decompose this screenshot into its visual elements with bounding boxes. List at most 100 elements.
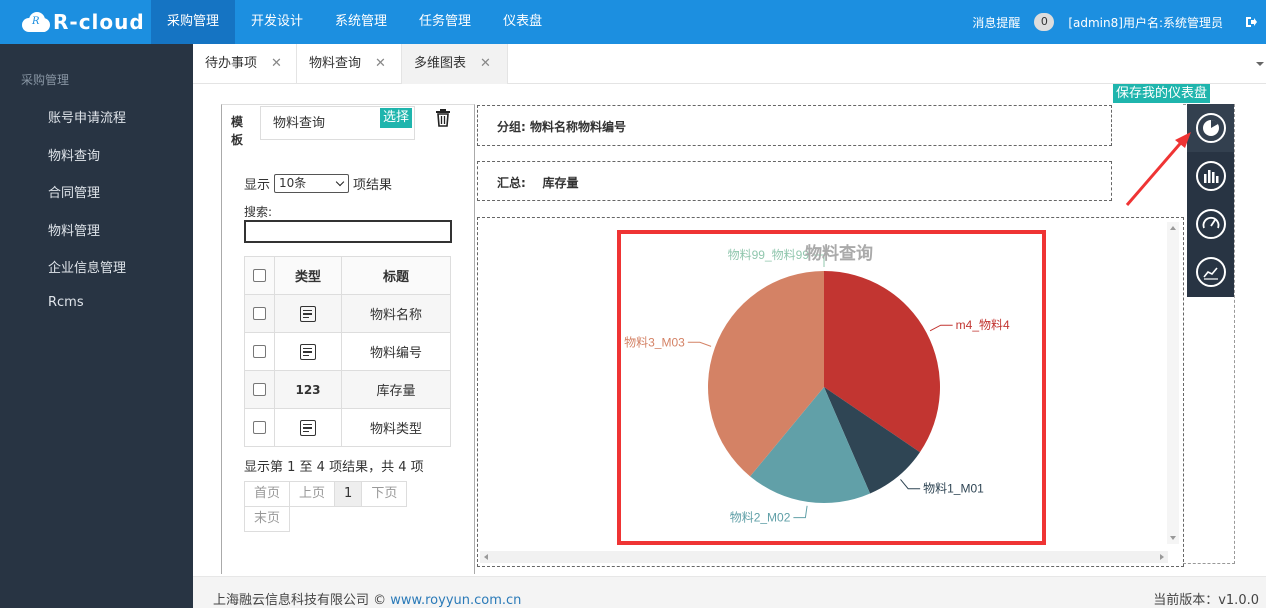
version-info: 当前版本：v1.0.0 [1153,589,1259,608]
table-row[interactable]: 物料类型 [244,408,451,447]
line-chart-icon[interactable] [1187,248,1234,296]
company-website-link[interactable]: www.royyun.com.cn [390,593,521,608]
version-label: 当前版本： [1153,593,1219,608]
slice-label: 物料3_M03 [624,335,685,349]
version-number: v1.0.0 [1218,593,1259,608]
group-by-label: 分组: 物料名称物料编号 [497,120,627,134]
tab-label: 多维图表 [414,56,467,71]
pagination-info: 显示第 1 至 4 项结果，共 4 项 [244,460,424,475]
topnav-purchasing[interactable]: 采购管理 [151,0,236,44]
notification-label[interactable]: 消息提醒 [972,14,1020,31]
summary-value: 库存量 [542,176,579,190]
topnav-tasks[interactable]: 任务管理 [403,0,487,44]
top-navbar: R R-cloud 采购管理 开发设计 系统管理 任务管理 仪表盘 消息提醒 0… [0,0,1266,44]
sidebar-title: 采购管理 [21,73,70,87]
slice-label: 物料1_M01 [923,482,984,496]
close-icon[interactable]: ✕ [271,56,282,71]
select-all-checkbox[interactable] [253,269,266,282]
row-title: 物料类型 [341,408,451,447]
table-row[interactable]: 123 库存量 [244,370,451,409]
pie-chart: m4_物料4 物料1_M01 物料2_M02 物料3_M03 物料99_物料99物料查询 [624,243,1010,525]
prev-page-button[interactable]: 上页 [289,481,336,507]
horizontal-scrollbar[interactable] [480,551,1168,563]
pagination: 首页 上页 1 下页 末页 [244,481,444,532]
sidebar: 采购管理 账号申请流程 物料查询 合同管理 物料管理 企业信息管理 Rcms [0,44,193,608]
row-checkbox[interactable] [253,307,266,320]
search-label: 搜索: [244,205,273,219]
field-table: 类型 标题 物料名称 物料编号 123 库存量 物料类型 [244,256,451,447]
save-dashboard-button[interactable]: 保存我的仪表盘 [1113,84,1211,103]
slice-label: m4_物料4 [956,318,1010,332]
tab-multi-chart[interactable]: 多维图表 ✕ [402,44,508,84]
close-icon[interactable]: ✕ [480,56,491,71]
page-size-row: 显示 10条 项结果 [244,174,392,193]
row-title: 物料编号 [341,332,451,371]
tab-todo[interactable]: 待办事项 ✕ [193,44,297,84]
label-leader-line [900,479,921,490]
page-size-select[interactable]: 10条 [274,174,350,193]
label-leader-line [793,505,808,519]
tab-bar: 待办事项 ✕ 物料查询 ✕ 多维图表 ✕ [193,44,1266,84]
notification-badge[interactable]: 0 [1034,13,1055,31]
tab-material-query[interactable]: 物料查询 ✕ [297,44,402,84]
topnav-system[interactable]: 系统管理 [319,0,403,44]
annotation-arrow [1125,132,1191,206]
slice-label: 物料99_物料99 [728,248,810,262]
row-checkbox[interactable] [253,383,266,396]
sidebar-item-rcms[interactable]: Rcms [48,295,126,333]
copyright: 上海融云信息科技有限公司 © www.royyun.com.cn [213,589,521,608]
sidebar-item-material-management[interactable]: 物料管理 [48,220,126,258]
summary-label: 汇总: 库存量 [497,176,579,190]
company-name: 上海融云信息科技有限公司 © [213,593,387,608]
close-icon[interactable]: ✕ [375,56,386,71]
next-page-button[interactable]: 下页 [361,481,408,507]
number-type-label: 123 [274,370,342,409]
trash-icon[interactable] [435,109,451,127]
text-field-icon [300,419,316,436]
topnav-dev-design[interactable]: 开发设计 [235,0,319,44]
logout-icon[interactable] [1245,16,1257,28]
row-checkbox[interactable] [253,421,266,434]
workspace: 模板 物料查询 选择 显示 10条 项结果 搜索: 类型 标题 物料名称 物料编… [193,84,1266,575]
column-header-title: 标题 [341,256,451,295]
sidebar-item-contract-management[interactable]: 合同管理 [48,182,126,220]
app-logo[interactable]: R R-cloud [22,8,145,36]
label-leader-line [929,324,953,332]
summary-dropzone[interactable]: 汇总: 库存量 [477,161,1112,201]
cloud-logo-icon: R [22,12,50,32]
slice-label: 物料2_M02 [730,511,791,525]
app-name: R-cloud [53,10,145,34]
last-page-button[interactable]: 末页 [244,506,291,532]
search-input[interactable] [244,220,452,243]
template-label: 模板 [231,115,244,147]
show-suffix: 项结果 [353,178,393,193]
row-checkbox[interactable] [253,345,266,358]
user-info[interactable]: [admin8]用户名:系统管理员 [1068,14,1223,31]
select-all-cell [244,256,275,295]
page-number-button[interactable]: 1 [334,481,363,507]
row-title: 物料名称 [341,294,451,333]
chevron-down-icon[interactable] [1256,62,1264,66]
table-row[interactable]: 物料编号 [244,332,451,371]
sidebar-item-account-application[interactable]: 账号申请流程 [48,107,126,145]
vertical-scrollbar[interactable] [1167,222,1179,544]
chart-canvas-area: m4_物料4 物料1_M01 物料2_M02 物料3_M03 物料99_物料99 物料查询 [477,217,1184,567]
group-by-value: 物料名称物料编号 [530,120,627,134]
chart-title: 物料查询 [805,243,873,263]
column-header-type: 类型 [274,256,342,295]
table-header-row: 类型 标题 [244,256,451,295]
row-title: 库存量 [341,370,451,409]
sidebar-item-material-query[interactable]: 物料查询 [48,145,126,183]
select-button[interactable]: 选择 [380,108,413,128]
show-prefix: 显示 [244,178,271,193]
footer: 上海融云信息科技有限公司 © www.royyun.com.cn 当前版本：v1… [193,576,1266,608]
first-page-button[interactable]: 首页 [244,481,291,507]
text-field-icon [300,305,316,322]
table-row[interactable]: 物料名称 [244,294,451,333]
tab-label: 物料查询 [309,56,362,71]
topnav-dashboard[interactable]: 仪表盘 [487,0,558,44]
template-panel: 模板 物料查询 选择 显示 10条 项结果 搜索: 类型 标题 物料名称 物料编… [221,104,475,574]
logo-letter: R [32,16,40,27]
group-by-dropzone[interactable]: 分组: 物料名称物料编号 [477,105,1112,146]
sidebar-item-enterprise-info[interactable]: 企业信息管理 [48,257,126,295]
